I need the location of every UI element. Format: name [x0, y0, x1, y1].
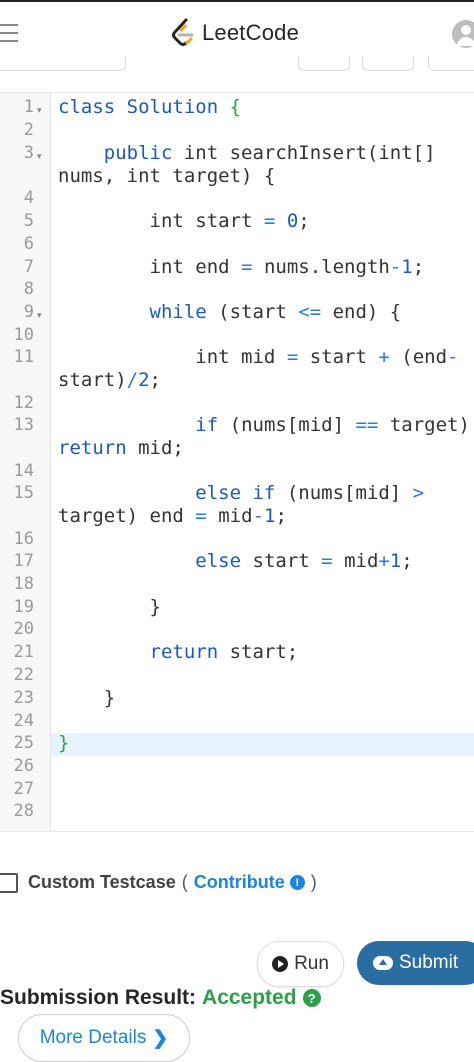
submit-button-label: Submit [399, 952, 459, 973]
toolbar-button-2[interactable] [362, 56, 414, 71]
submission-result: Submission Result: Accepted ? [0, 986, 321, 1010]
line-number: 10 [13, 325, 34, 345]
status-badge: Accepted [202, 986, 297, 1009]
code-line: } [103, 687, 116, 709]
code-line: else start = mid+1; [195, 550, 413, 572]
play-icon [272, 956, 289, 972]
line-number: 17 [13, 551, 34, 571]
fold-arrow-icon[interactable]: ▾ [37, 310, 42, 321]
line-number: 6 [23, 234, 34, 254]
language-selector[interactable] [0, 56, 126, 71]
leetcode-logo-icon [172, 18, 194, 46]
line-number: 4 [23, 188, 34, 208]
line-number: 23 [13, 688, 34, 708]
paren-close: ) [310, 872, 317, 892]
custom-testcase-checkbox[interactable] [0, 872, 18, 893]
cloud-upload-icon [373, 956, 393, 970]
leetcode-logo[interactable]: LeetCode [170, 18, 299, 48]
fold-arrow-icon[interactable]: ▾ [37, 105, 42, 116]
code-line: nums, int target) { [58, 165, 276, 187]
line-number: 20 [13, 619, 34, 639]
code-line: public int searchInsert(int[] [103, 142, 436, 164]
line-number: 3 [23, 143, 34, 163]
custom-testcase-row: Custom Testcase ( Contribute ! ) [0, 872, 323, 893]
code-line: int mid = start + (end- [195, 346, 459, 368]
line-number: 21 [13, 642, 34, 662]
code-line: class Solution { [58, 96, 242, 118]
code-line: target) end = mid-1; [58, 505, 287, 527]
info-icon[interactable]: ! [289, 875, 305, 890]
submit-button[interactable]: Submit [357, 941, 474, 985]
line-number: 7 [23, 257, 34, 277]
contribute-link[interactable]: Contribute [194, 872, 285, 893]
toolbar-button-1[interactable] [298, 56, 350, 71]
paren-open: ( [181, 872, 188, 892]
code-line: if (nums[mid] == target) [195, 414, 470, 436]
code-line: int start = 0; [149, 210, 310, 232]
line-number: 15 [13, 483, 34, 503]
fold-arrow-icon[interactable]: ▾ [37, 151, 42, 162]
chevron-right-icon: ❯ [152, 1027, 169, 1049]
more-details-label: More Details [39, 1027, 147, 1048]
line-number: 12 [13, 393, 34, 413]
code-line: return start; [149, 641, 299, 663]
code-line: while (start <= end) { [149, 301, 402, 323]
line-number: 9 [23, 302, 34, 322]
line-number-gutter: 1 2 3 4 5 6 7 8 9 10 11 12 13 14 15 16 1… [0, 93, 51, 831]
logo-text: LeetCode [202, 20, 300, 45]
user-avatar-icon[interactable] [452, 20, 474, 48]
toolbar-button-3[interactable] [428, 56, 474, 71]
code-line: return mid; [58, 437, 184, 459]
line-number: 8 [23, 279, 34, 299]
line-number: 13 [13, 415, 34, 435]
line-number: 22 [13, 665, 34, 685]
run-button-label: Run [294, 953, 329, 974]
line-number: 27 [13, 779, 34, 799]
code-line: int end = nums.length-1; [149, 256, 425, 278]
line-number: 28 [13, 801, 34, 821]
code-line: } [58, 732, 70, 754]
line-number: 2 [23, 120, 34, 140]
line-number: 11 [13, 347, 34, 367]
custom-testcase-label: Custom Testcase [28, 872, 176, 892]
code-editor[interactable]: 1 2 3 4 5 6 7 8 9 10 11 12 13 14 15 16 1… [0, 92, 474, 832]
hamburger-menu-icon[interactable] [0, 24, 20, 44]
line-number: 26 [13, 756, 34, 776]
line-number: 19 [13, 597, 34, 617]
line-number: 25 [13, 733, 34, 753]
line-number: 18 [13, 574, 34, 594]
help-icon[interactable]: ? [302, 989, 321, 1007]
line-number: 5 [23, 211, 34, 231]
code-line: else if (nums[mid] > [195, 482, 425, 504]
code-line: start)/2; [58, 369, 161, 391]
submission-result-label: Submission Result: [0, 986, 197, 1009]
more-details-button[interactable]: More Details ❯ [18, 1014, 190, 1062]
code-line: } [149, 596, 161, 618]
line-number: 1 [23, 97, 34, 117]
run-button[interactable]: Run [257, 941, 344, 987]
line-number: 24 [13, 711, 34, 731]
line-number: 14 [13, 461, 34, 481]
line-number: 16 [13, 529, 34, 549]
